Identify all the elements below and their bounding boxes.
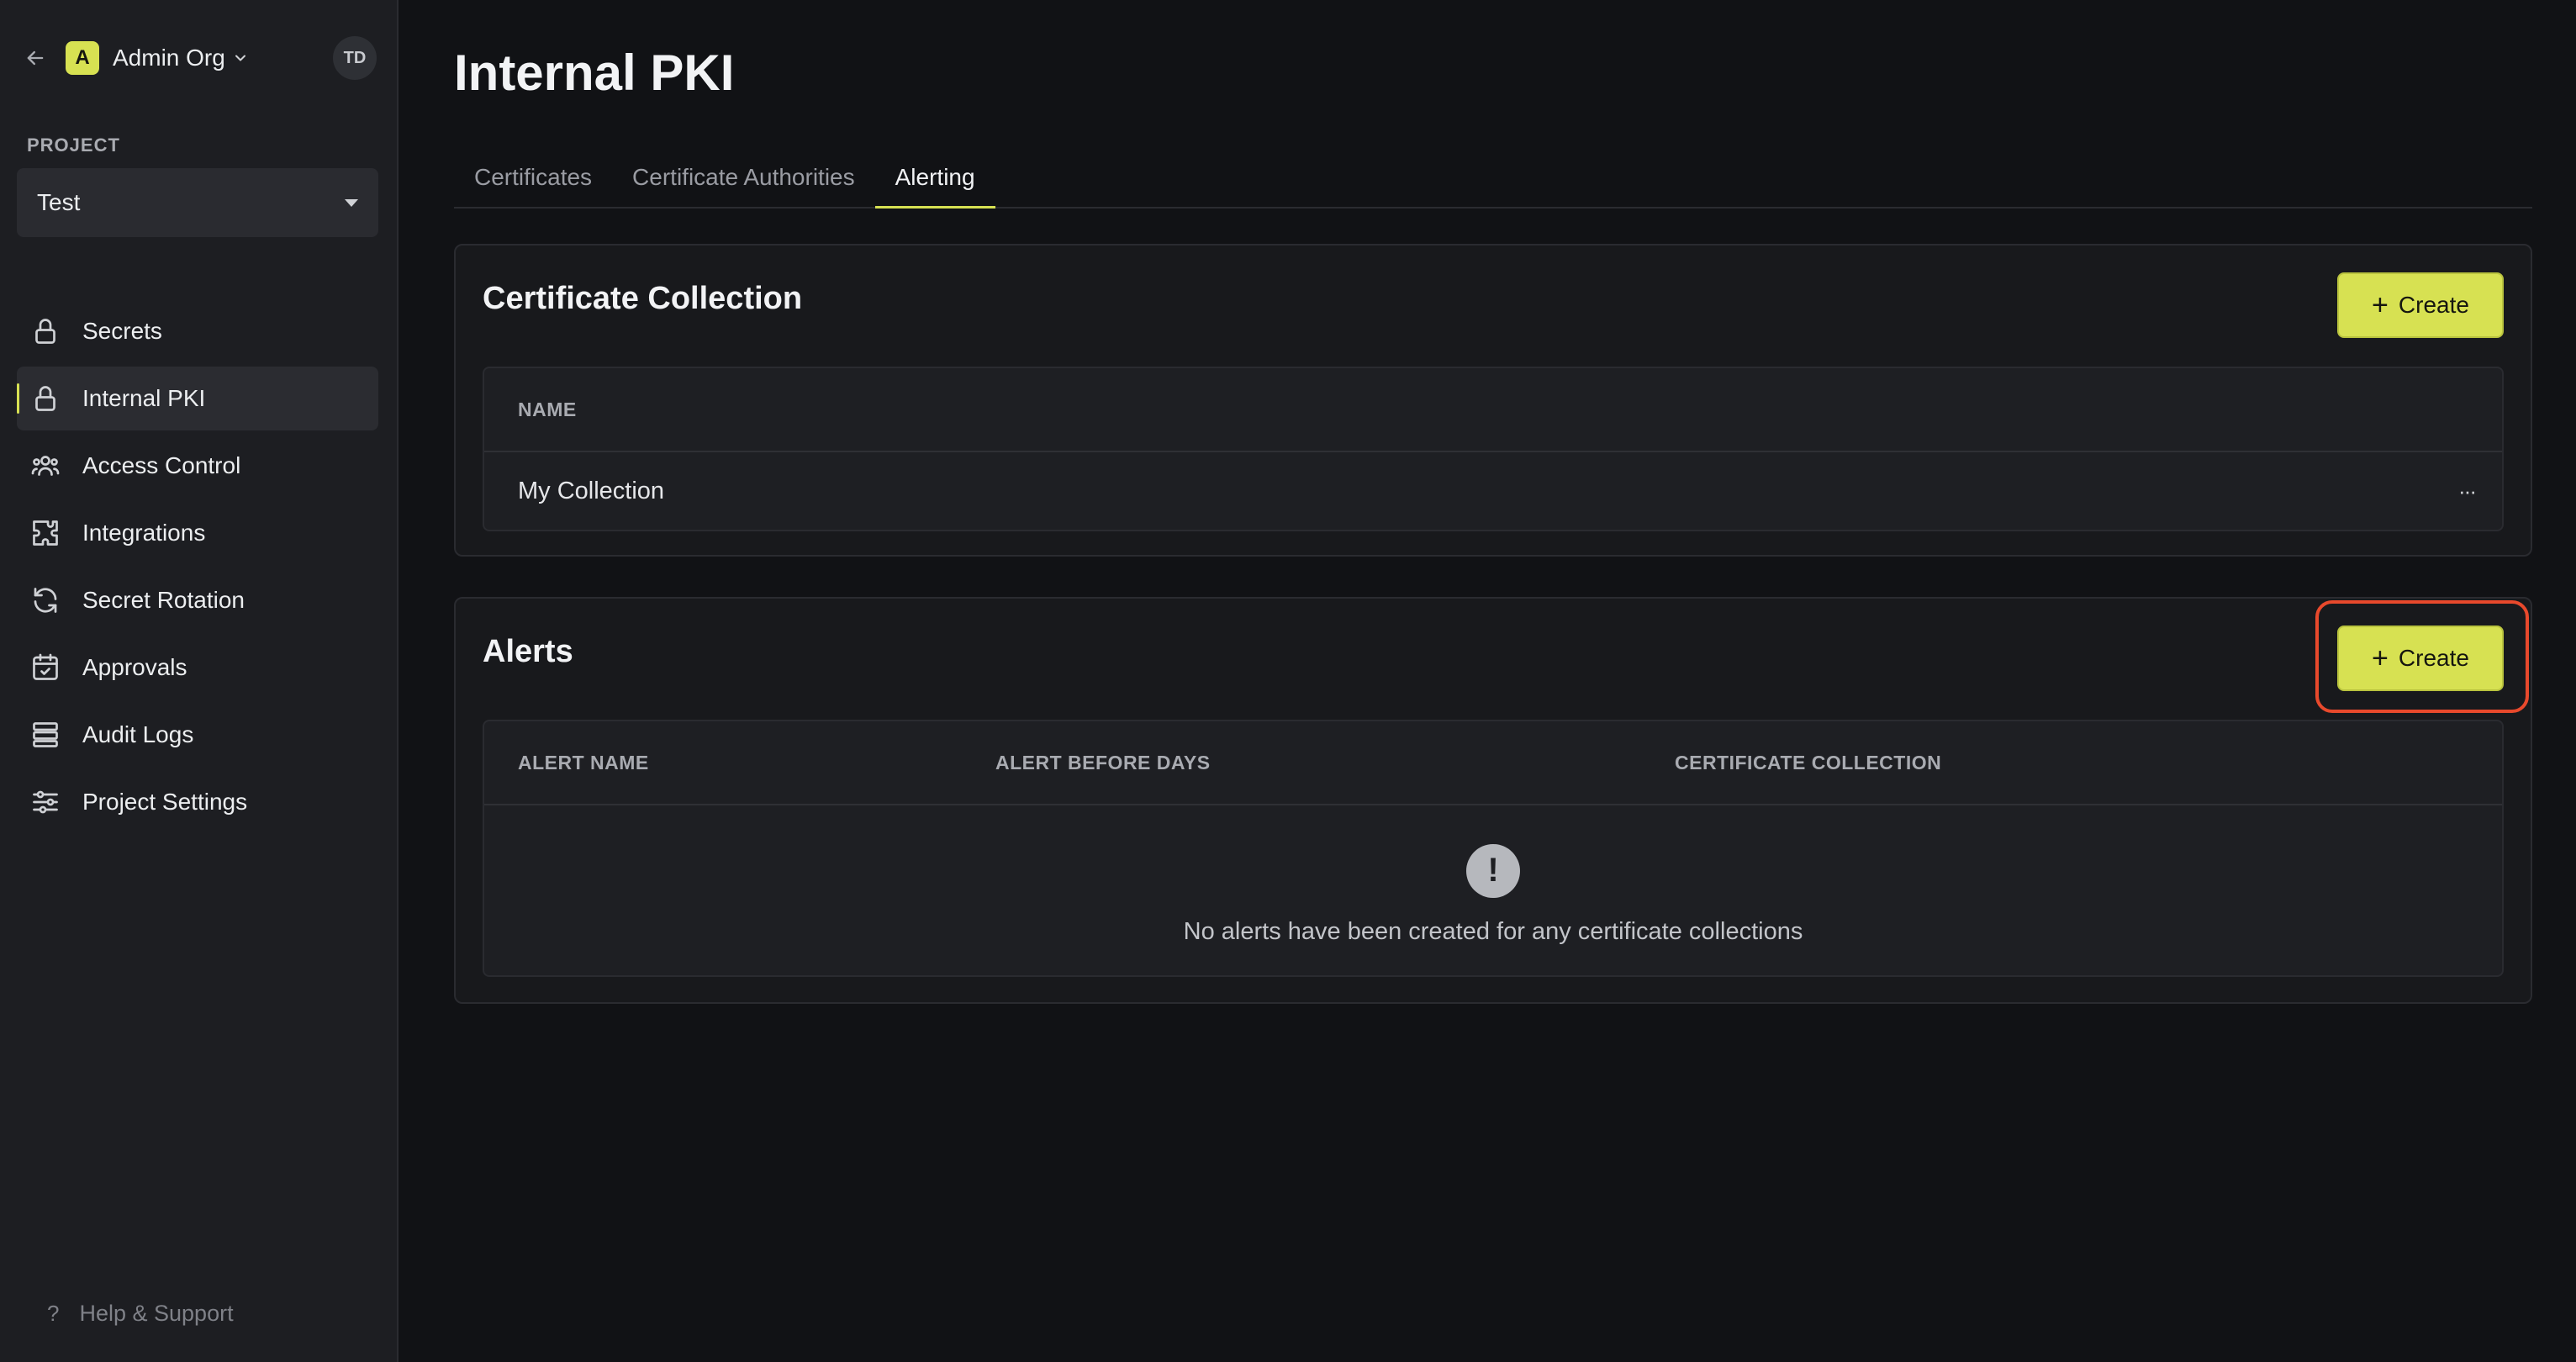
tab-certificates[interactable]: Certificates bbox=[454, 148, 612, 207]
sidebar-nav: Secrets Internal PKI Access Control Inte… bbox=[17, 299, 378, 837]
create-button-label: Create bbox=[2398, 292, 2469, 318]
empty-state: ! No alerts have been created for any ce… bbox=[484, 805, 2502, 974]
sidebar-item-label: Integrations bbox=[82, 520, 206, 546]
table-header: ALERT NAME ALERT BEFORE DAYS CERTIFICATE… bbox=[484, 721, 2502, 805]
sliders-icon bbox=[29, 785, 62, 819]
help-support-label: Help & Support bbox=[79, 1301, 234, 1326]
list-icon bbox=[29, 718, 62, 752]
main-content: Internal PKI Certificates Certificate Au… bbox=[399, 0, 2576, 1362]
project-label: PROJECT bbox=[27, 135, 120, 156]
puzzle-icon bbox=[29, 516, 62, 550]
sidebar-item-project-settings[interactable]: Project Settings bbox=[17, 770, 378, 834]
help-support-link[interactable]: ? Help & Support bbox=[47, 1301, 234, 1327]
collection-name: My Collection bbox=[518, 477, 665, 504]
sidebar-item-secrets[interactable]: Secrets bbox=[17, 299, 378, 363]
table-row[interactable]: My Collection ··· bbox=[484, 452, 2502, 530]
app-root: A Admin Org TD PROJECT Test Secrets Inte… bbox=[0, 0, 2576, 1362]
alerts-table: ALERT NAME ALERT BEFORE DAYS CERTIFICATE… bbox=[483, 720, 2504, 977]
table-header: NAME bbox=[484, 368, 2502, 452]
sidebar-item-label: Internal PKI bbox=[82, 385, 206, 411]
question-icon: ? bbox=[47, 1301, 60, 1326]
rotate-icon bbox=[29, 583, 62, 617]
sidebar-item-approvals[interactable]: Approvals bbox=[17, 636, 378, 699]
more-options-icon[interactable]: ··· bbox=[2458, 478, 2477, 504]
sidebar-item-label: Secrets bbox=[82, 318, 162, 344]
column-header-certificate-collection: CERTIFICATE COLLECTION bbox=[1675, 751, 1942, 773]
card-title: Certificate Collection bbox=[483, 281, 803, 316]
plus-icon: + bbox=[2372, 642, 2389, 674]
sidebar-item-label: Audit Logs bbox=[82, 721, 194, 747]
page-title: Internal PKI bbox=[454, 45, 735, 101]
caret-down-icon bbox=[345, 198, 358, 207]
card-title: Alerts bbox=[483, 634, 573, 669]
certificate-collection-card: Certificate Collection + Create NAME My … bbox=[454, 244, 2532, 557]
column-header-name: NAME bbox=[518, 398, 577, 420]
plus-icon: + bbox=[2372, 289, 2389, 321]
chevron-down-icon[interactable] bbox=[232, 49, 251, 67]
collection-table: NAME My Collection ··· bbox=[483, 367, 2504, 531]
sidebar-item-label: Approvals bbox=[82, 654, 187, 680]
sidebar-item-audit-logs[interactable]: Audit Logs bbox=[17, 703, 378, 767]
avatar[interactable]: TD bbox=[333, 36, 377, 80]
org-badge: A bbox=[66, 41, 99, 75]
sidebar-item-label: Secret Rotation bbox=[82, 587, 245, 613]
org-header: A Admin Org TD bbox=[20, 35, 377, 81]
sidebar-item-access-control[interactable]: Access Control bbox=[17, 434, 378, 498]
create-collection-button[interactable]: + Create bbox=[2337, 272, 2504, 338]
sidebar-item-internal-pki[interactable]: Internal PKI bbox=[17, 367, 378, 430]
tab-alerting[interactable]: Alerting bbox=[874, 148, 995, 209]
column-header-alert-before-days: ALERT BEFORE DAYS bbox=[995, 751, 1211, 773]
empty-state-text: No alerts have been created for any cert… bbox=[1183, 917, 1803, 945]
sidebar-item-secret-rotation[interactable]: Secret Rotation bbox=[17, 568, 378, 632]
tab-certificate-authorities[interactable]: Certificate Authorities bbox=[612, 148, 875, 207]
lock-icon bbox=[29, 382, 62, 415]
alert-circle-icon: ! bbox=[1466, 843, 1520, 898]
project-select[interactable]: Test bbox=[17, 168, 378, 237]
sidebar: A Admin Org TD PROJECT Test Secrets Inte… bbox=[0, 0, 399, 1362]
sidebar-item-integrations[interactable]: Integrations bbox=[17, 501, 378, 565]
back-arrow-icon[interactable] bbox=[20, 43, 50, 73]
tab-bar: Certificates Certificate Authorities Ale… bbox=[454, 148, 2532, 209]
users-icon bbox=[29, 449, 62, 483]
alerts-card: Alerts + Create ALERT NAME ALERT BEFORE … bbox=[454, 597, 2532, 1004]
org-name[interactable]: Admin Org bbox=[113, 45, 225, 71]
sidebar-item-label: Project Settings bbox=[82, 789, 248, 815]
create-alert-button[interactable]: + Create bbox=[2337, 626, 2504, 691]
calendar-check-icon bbox=[29, 651, 62, 684]
create-button-label: Create bbox=[2398, 645, 2469, 671]
column-header-alert-name: ALERT NAME bbox=[518, 751, 649, 773]
sidebar-item-label: Access Control bbox=[82, 452, 241, 478]
project-select-value: Test bbox=[37, 189, 81, 215]
lock-icon bbox=[29, 314, 62, 348]
